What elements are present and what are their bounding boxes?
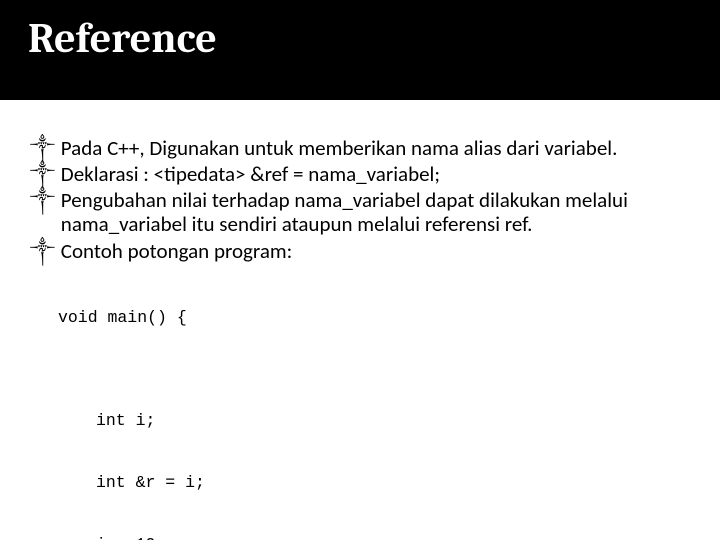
bullet-icon: ༒ — [30, 164, 55, 186]
bullet-text: Deklarasi : <tipedata> &ref = nama_varia… — [61, 162, 690, 186]
code-line: int &r = i; — [96, 473, 690, 494]
bullet-text: Pengubahan nilai terhadap nama_variabel … — [61, 188, 690, 236]
code-line: int i; — [96, 411, 690, 432]
slide-header: Reference — [0, 0, 720, 100]
code-block: void main() { int i; int &r = i; i = 10;… — [58, 267, 690, 540]
bullet-icon: ༒ — [30, 190, 55, 212]
slide-title: Reference — [28, 14, 692, 63]
slide-content: ༒ Pada C++, Digunakan untuk memberikan n… — [0, 100, 720, 540]
bullet-item: ༒ Contoh potongan program: — [30, 239, 690, 263]
bullet-icon: ༒ — [30, 241, 55, 263]
code-line: i = 10; — [96, 535, 690, 540]
bullet-text: Contoh potongan program: — [61, 239, 690, 263]
bullet-icon: ༒ — [30, 138, 55, 160]
bullet-item: ༒ Pada C++, Digunakan untuk memberikan n… — [30, 136, 690, 160]
bullet-item: ༒ Deklarasi : <tipedata> &ref = nama_var… — [30, 162, 690, 186]
bullet-item: ༒ Pengubahan nilai terhadap nama_variabe… — [30, 188, 690, 236]
bullet-text: Pada C++, Digunakan untuk memberikan nam… — [61, 136, 690, 160]
code-line: void main() { — [58, 308, 690, 329]
